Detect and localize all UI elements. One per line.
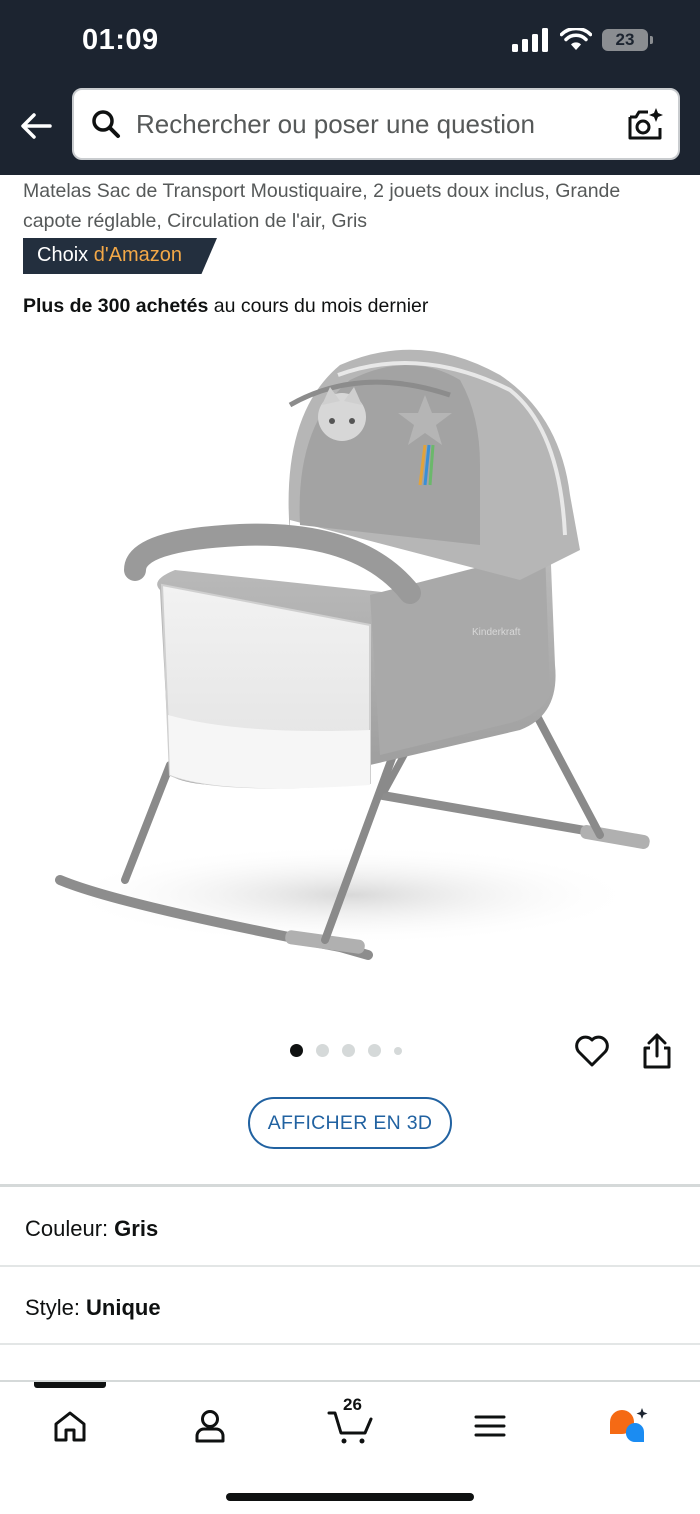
app-header: 01:09 23 <box>0 0 700 175</box>
nav-home[interactable] <box>45 1402 95 1450</box>
section-divider <box>0 1184 700 1187</box>
battery-level: 23 <box>615 30 635 49</box>
row-divider <box>0 1265 700 1267</box>
active-tab-indicator <box>34 1382 106 1388</box>
home-indicator <box>226 1493 474 1501</box>
color-value: Gris <box>114 1216 159 1241</box>
style-value: Unique <box>86 1295 161 1320</box>
nav-account[interactable] <box>185 1402 235 1450</box>
account-icon <box>195 1410 225 1443</box>
status-time: 01:09 <box>82 24 159 56</box>
carousel-dot[interactable] <box>316 1044 329 1057</box>
wifi-icon <box>560 28 592 50</box>
nav-menu[interactable] <box>465 1402 515 1450</box>
carousel-dot[interactable] <box>394 1046 402 1055</box>
product-title[interactable]: Matelas Sac de Transport Moustiquaire, 2… <box>23 176 683 236</box>
battery-icon: 23 <box>602 29 653 51</box>
signal-icon <box>512 28 548 52</box>
wishlist-heart-icon[interactable] <box>574 1034 610 1068</box>
purchase-count: Plus de 300 achetés au cours du mois der… <box>23 295 428 318</box>
carousel-dot[interactable] <box>290 1044 303 1057</box>
purchase-count-rest: au cours du mois dernier <box>213 295 429 317</box>
color-label: Couleur: <box>25 1216 109 1241</box>
badge-brand: d'Amazon <box>93 244 183 266</box>
purchase-count-bold: Plus de 300 achetés <box>23 295 209 317</box>
back-arrow-icon[interactable] <box>18 108 54 144</box>
carousel-dot[interactable] <box>342 1044 355 1057</box>
rufus-icon <box>610 1408 648 1443</box>
menu-icon <box>474 1415 506 1437</box>
carousel-dot[interactable] <box>368 1044 381 1057</box>
view-3d-button[interactable]: AFFICHER EN 3D <box>248 1097 452 1149</box>
search-input[interactable] <box>136 108 596 140</box>
color-selector[interactable]: Couleur: Gris <box>25 1216 158 1242</box>
style-selector[interactable]: Style: Unique <box>25 1295 161 1321</box>
row-divider <box>0 1343 700 1345</box>
product-image[interactable]: Kinderkraft <box>40 335 670 985</box>
share-icon[interactable] <box>640 1032 674 1070</box>
image-carousel-dots[interactable] <box>290 1044 402 1057</box>
camera-search-icon[interactable] <box>626 106 664 144</box>
cart-count-badge: 26 <box>343 1395 362 1414</box>
search-bar[interactable] <box>72 88 680 160</box>
status-icons: 23 <box>512 28 653 52</box>
svg-text:Kinderkraft: Kinderkraft <box>472 627 521 638</box>
badge-prefix: Choix <box>37 244 89 266</box>
nav-rufus[interactable] <box>603 1402 653 1450</box>
amazons-choice-badge[interactable]: Choix d'Amazon <box>23 238 217 274</box>
style-label: Style: <box>25 1295 81 1320</box>
home-icon <box>54 1411 86 1442</box>
search-icon <box>92 110 120 138</box>
